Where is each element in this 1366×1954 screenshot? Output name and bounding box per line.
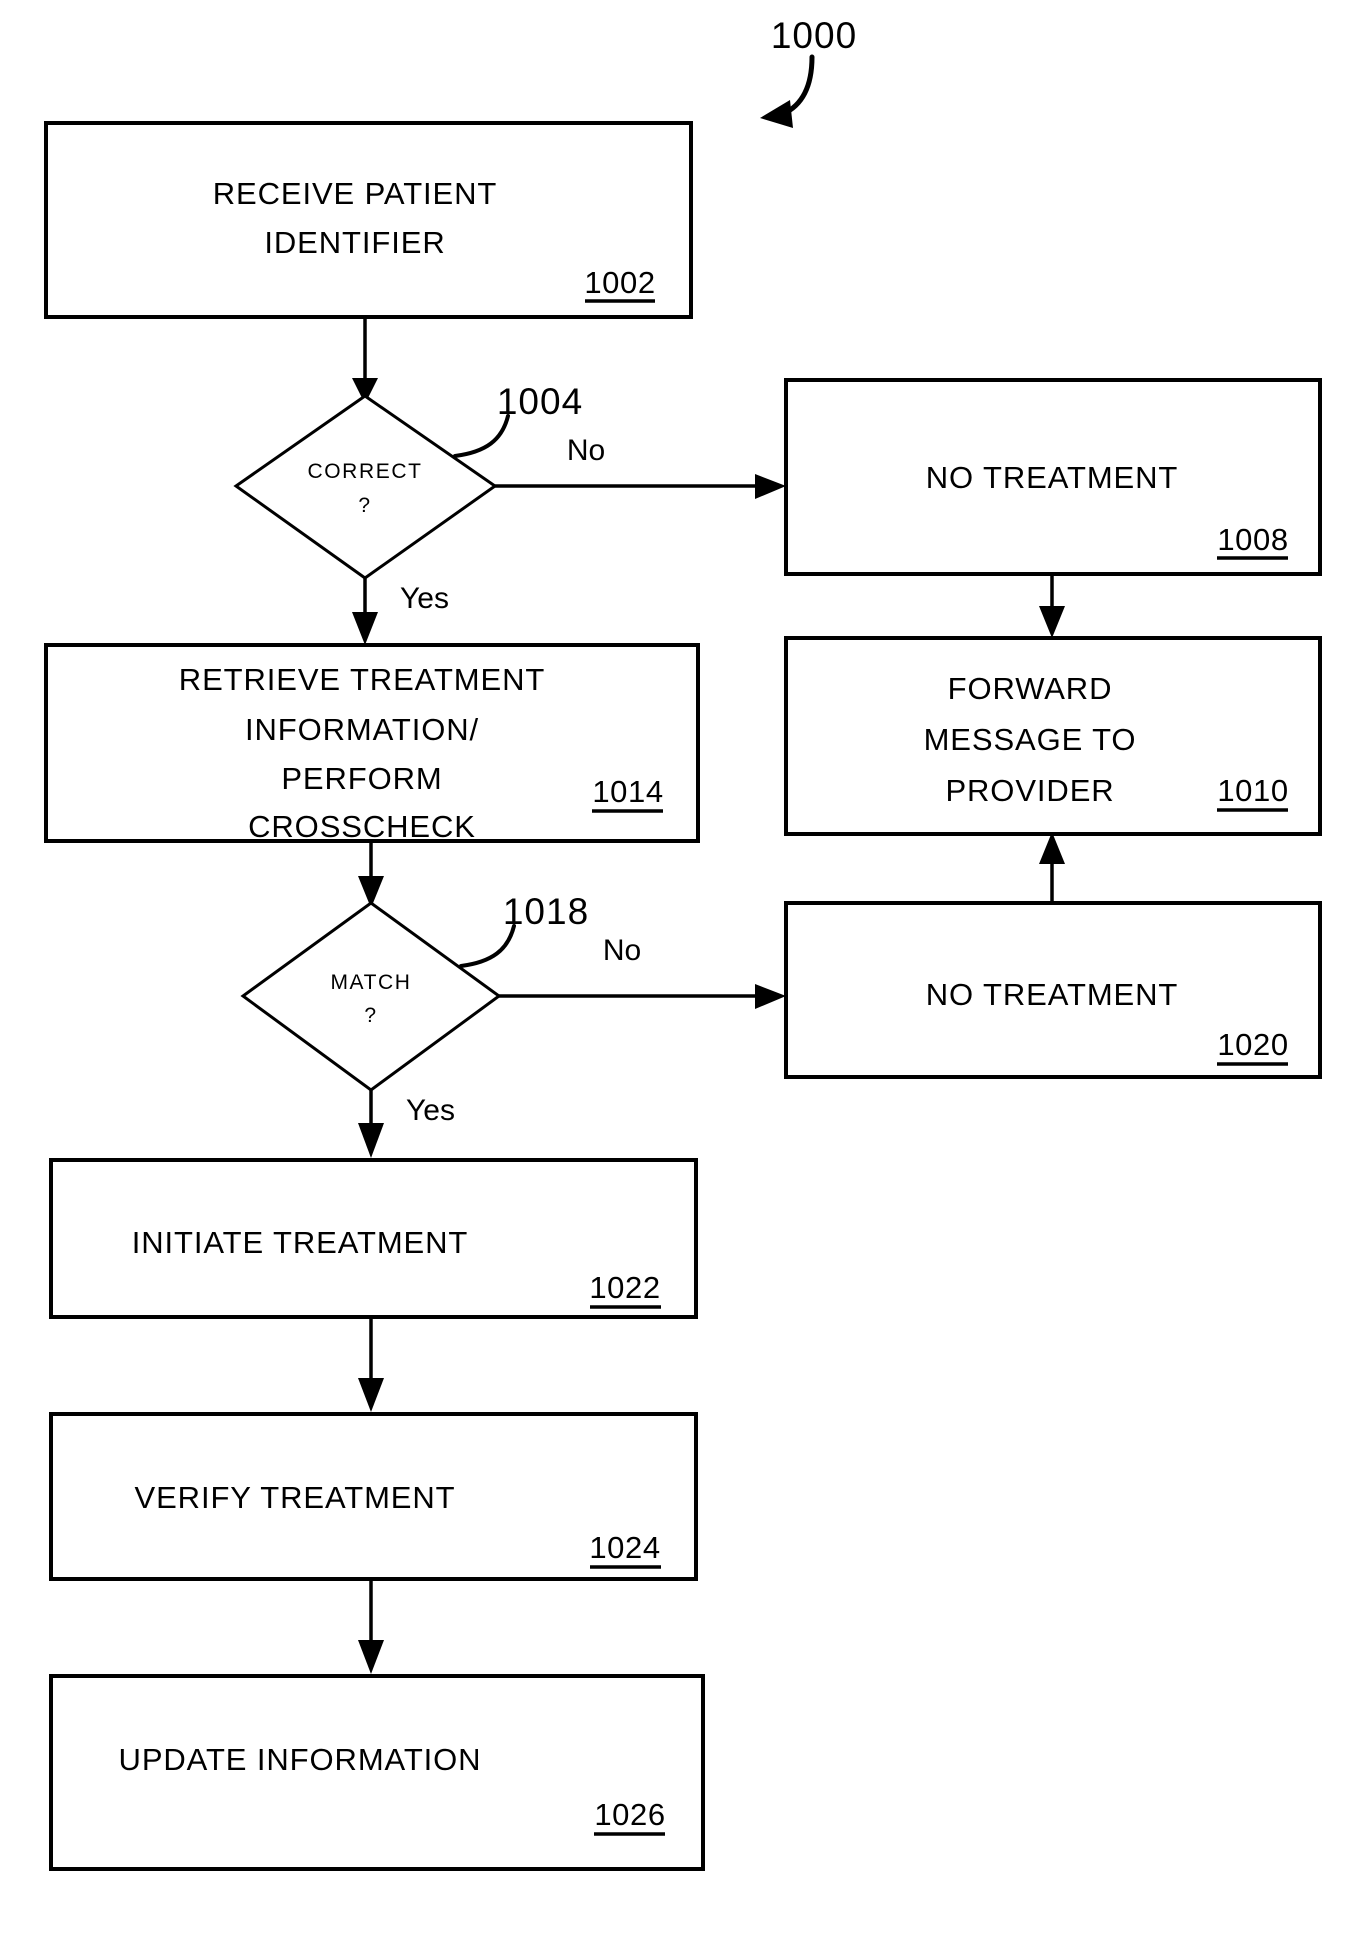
edge-1018-to-1022: Yes [358,1090,455,1158]
node-1004-diamond[interactable] [233,394,498,580]
node-1002-line-2: IDENTIFIER [264,225,445,260]
edge-1004-1008-label: No [567,434,605,467]
node-1018-line-1: MATCH [330,971,411,994]
node-1018-ref: 1018 [503,891,589,932]
edge-1018-1022-arrowhead [358,1123,384,1158]
edge-1018-1020-arrowhead [755,984,786,1009]
figure-number-group: 1000 [760,15,857,128]
node-verify-treatment[interactable]: VERIFY TREATMENT 1024 [49,1412,698,1581]
edge-1024-1026-arrowhead [358,1640,384,1674]
node-1022-ref: 1022 [589,1270,660,1305]
edge-1002-to-1004 [352,317,378,404]
node-1020-ref: 1020 [1217,1027,1288,1062]
node-1004-ref: 1004 [497,381,583,422]
node-retrieve-treatment-information[interactable]: RETRIEVE TREATMENT INFORMATION/ PERFORM … [44,643,700,844]
node-1024-ref: 1024 [589,1530,660,1565]
node-1004-leader [453,414,510,458]
edge-1014-to-1018 [358,841,384,908]
edge-1018-to-1020: No [499,934,786,1009]
edge-1004-to-1008: No [495,434,786,499]
patent-figure-canvas: 1000 RECEIVE PATIENT IDENTIFIER 1002 COR… [0,0,1366,1954]
node-1002-ref: 1002 [584,265,655,300]
edge-1022-to-1024 [358,1317,384,1412]
node-receive-patient-identifier[interactable]: RECEIVE PATIENT IDENTIFIER 1002 [44,121,693,319]
node-1018-leader [459,924,516,968]
node-1008-line-1: NO TREATMENT [926,460,1179,495]
node-1010-ref: 1010 [1217,773,1288,808]
node-1010-line-3: PROVIDER [945,773,1114,808]
node-1026-ref: 1026 [594,1797,665,1832]
node-1008-ref: 1008 [1217,522,1288,557]
edge-1004-to-1014: Yes [352,578,449,645]
node-1014-line-3: PERFORM [281,761,442,796]
edge-1020-to-1010 [1039,832,1065,903]
edge-1008-1010-arrowhead [1039,606,1065,638]
node-1014-ref: 1014 [592,774,663,809]
edge-1024-to-1026 [358,1579,384,1674]
edge-1018-1020-label: No [603,934,641,967]
node-no-treatment-1008[interactable]: NO TREATMENT 1008 [784,378,1322,576]
node-1010-line-2: MESSAGE TO [924,722,1137,757]
node-update-information[interactable]: UPDATE INFORMATION 1026 [49,1674,705,1871]
edge-1004-1008-arrowhead [755,474,786,499]
edge-1022-1024-arrowhead [358,1378,384,1412]
figure-leader-arrowhead [760,100,793,128]
node-1004-line-2: ? [358,494,371,517]
node-1014-line-2: INFORMATION/ [245,712,479,747]
node-1018-diamond[interactable] [240,901,502,1092]
edge-1018-1022-label: Yes [406,1094,455,1127]
node-1020-line-1: NO TREATMENT [926,977,1179,1012]
edge-1004-1014-arrowhead [352,612,378,645]
edge-1008-to-1010 [1039,574,1065,638]
node-forward-message-to-provider[interactable]: FORWARD MESSAGE TO PROVIDER 1010 [784,636,1322,836]
node-1014-line-1: RETRIEVE TREATMENT [179,662,545,697]
edge-1020-1010-arrowhead [1039,832,1065,864]
node-1004-line-1: CORRECT [307,460,422,483]
node-1022-line-1: INITIATE TREATMENT [132,1225,469,1260]
node-no-treatment-1020[interactable]: NO TREATMENT 1020 [784,901,1322,1079]
node-correct-decision[interactable]: CORRECT ? 1004 [233,381,583,580]
node-1010-line-1: FORWARD [948,671,1113,706]
node-1026-line-1: UPDATE INFORMATION [119,1742,482,1777]
edge-1004-1014-label: Yes [400,582,449,615]
node-1002-line-1: RECEIVE PATIENT [213,176,498,211]
flowchart-diagram: 1000 RECEIVE PATIENT IDENTIFIER 1002 COR… [44,15,1322,1871]
node-1024-line-1: VERIFY TREATMENT [135,1480,456,1515]
node-match-decision[interactable]: MATCH ? 1018 [240,891,589,1092]
node-1014-line-4: CROSSCHECK [248,809,476,844]
node-1018-line-2: ? [364,1004,377,1027]
node-initiate-treatment[interactable]: INITIATE TREATMENT 1022 [49,1158,698,1319]
figure-number-label: 1000 [771,15,857,56]
